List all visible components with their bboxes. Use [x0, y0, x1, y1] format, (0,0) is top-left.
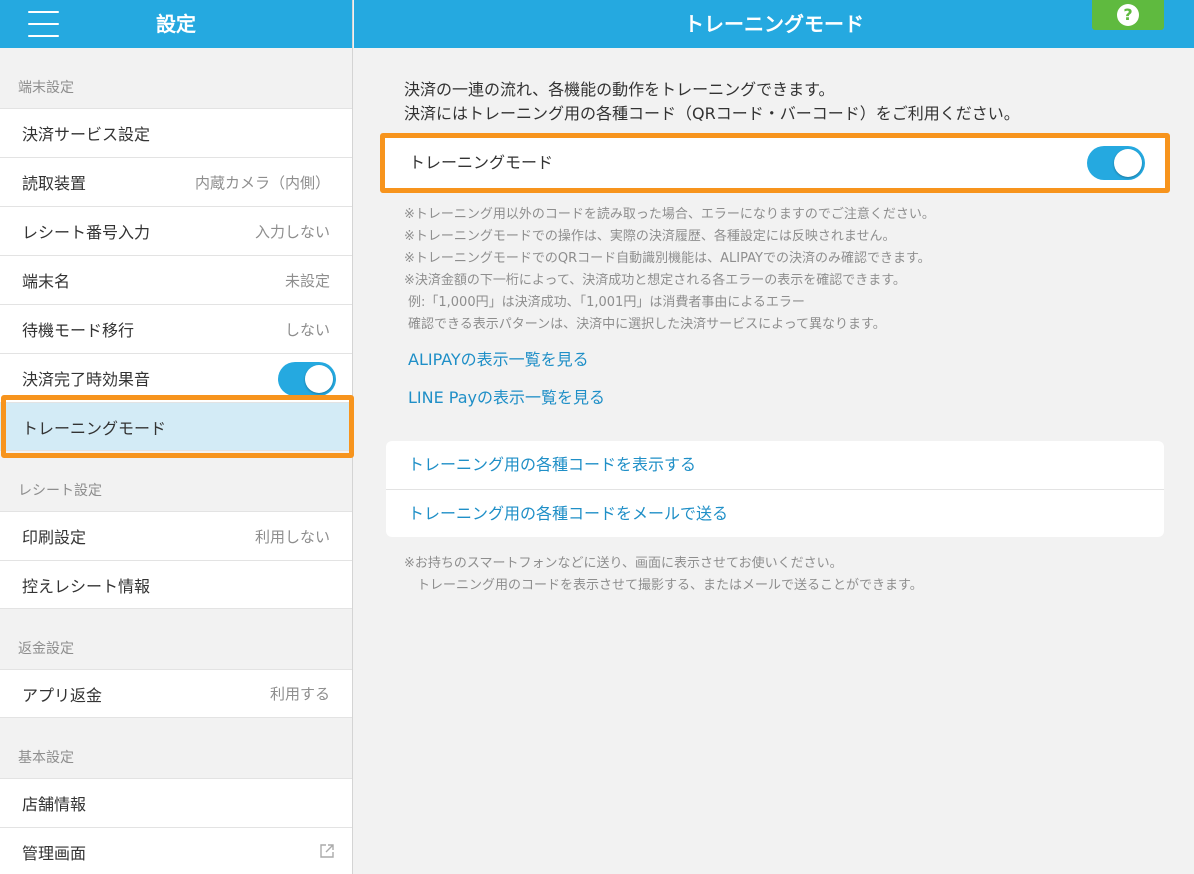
row-label: 印刷設定 — [22, 528, 87, 547]
sidebar-item-training[interactable]: トレーニングモード — [0, 402, 352, 451]
training-mode-card: トレーニングモード — [380, 133, 1170, 193]
row-label: 端末名 — [22, 272, 71, 291]
note-line: ※トレーニングモードでの操作は、実際の決済履歴、各種設定には反映されません。 — [404, 229, 896, 244]
note-line: 例:「1,000円」は決済成功、「1,001円」は消費者事由によるエラー — [408, 295, 805, 310]
question-mark-icon: ? — [1117, 4, 1139, 26]
row-label: 店舗情報 — [22, 795, 87, 814]
sidebar-title: 設定 — [156, 12, 196, 36]
note-line: ※トレーニング用以外のコードを読み取った場合、エラーになりますのでご注意ください… — [404, 207, 935, 222]
row-value: 内蔵カメラ（内側） — [194, 173, 330, 192]
sidebar-item-receipt-number[interactable]: レシート番号入力 入力しない — [0, 206, 352, 255]
row-value: 未設定 — [284, 271, 330, 290]
main-panel: トレーニングモード ? 決済の一連の流れ、各機能の動作をトレーニングできます。 … — [354, 0, 1194, 874]
main-header: トレーニングモード ? — [354, 0, 1194, 48]
sidebar-item-sound: 決済完了時効果音 — [0, 353, 352, 402]
note-line: 確認できる表示パターンは、決済中に選択した決済サービスによって異なります。 — [408, 317, 886, 332]
row-value: 利用する — [269, 685, 330, 703]
note-line: ※お持ちのスマートフォンなどに送り、画面に表示させてお使いください。 — [404, 556, 843, 571]
page-title: トレーニングモード — [684, 12, 864, 36]
section-label-terminal: 端末設定 — [18, 80, 74, 96]
notes: ※トレーニング用以外のコードを読み取った場合、エラーになりますのでご注意ください… — [404, 204, 935, 336]
sound-toggle[interactable] — [278, 362, 336, 396]
sidebar-item-standby[interactable]: 待機モード移行 しない — [0, 304, 352, 353]
training-mode-label: トレーニングモード — [409, 153, 554, 172]
row-value: 入力しない — [254, 222, 330, 241]
toggle-knob — [305, 365, 333, 393]
row-value: 利用しない — [254, 527, 330, 546]
sidebar-item-payment-service[interactable]: 決済サービス設定 — [0, 108, 352, 157]
section-label-receipt: レシート設定 — [18, 483, 102, 499]
row-label: 決済サービス設定 — [22, 125, 151, 144]
note-line: ※トレーニングモードでのQRコード自動識別機能は、ALIPAYでの決済のみ確認で… — [404, 251, 931, 266]
sidebar-item-copy-receipt[interactable]: 控えレシート情報 — [0, 560, 352, 609]
show-codes-button[interactable]: トレーニング用の各種コードを表示する — [386, 441, 1164, 489]
sidebar-item-terminal-name[interactable]: 端末名 未設定 — [0, 255, 352, 304]
sidebar-item-store-info[interactable]: 店舗情報 — [0, 778, 352, 827]
sidebar-item-admin[interactable]: 管理画面 — [0, 827, 352, 874]
toggle-knob — [1114, 149, 1142, 177]
row-value: しない — [284, 320, 330, 339]
row-label: レシート番号入力 — [22, 223, 151, 242]
sidebar-item-print[interactable]: 印刷設定 利用しない — [0, 511, 352, 560]
sidebar-header: 設定 — [0, 0, 352, 48]
row-label: 待機モード移行 — [22, 321, 135, 340]
row-label: 管理画面 — [22, 843, 87, 863]
row-label: トレーニングモード — [22, 418, 167, 438]
training-codes-card: トレーニング用の各種コードを表示する トレーニング用の各種コードをメールで送る — [386, 441, 1164, 537]
row-label: アプリ返金 — [22, 685, 103, 705]
notes-secondary: ※お持ちのスマートフォンなどに送り、画面に表示させてお使いください。 トレーニン… — [404, 553, 923, 597]
alipay-list-link[interactable]: ALIPAYの表示一覧を見る — [408, 346, 589, 370]
intro-line: 決済の一連の流れ、各機能の動作をトレーニングできます。 — [404, 80, 835, 99]
row-label: 読取装置 — [22, 174, 87, 193]
help-button[interactable]: ? — [1092, 0, 1164, 30]
sidebar-item-reader[interactable]: 読取装置 内蔵カメラ（内側） — [0, 157, 352, 206]
row-label: 控えレシート情報 — [22, 576, 151, 596]
linepay-list-link[interactable]: LINE Payの表示一覧を見る — [408, 384, 605, 408]
sidebar: 設定 端末設定 決済サービス設定 読取装置 内蔵カメラ（内側） レシート番号入力… — [0, 0, 353, 874]
row-label: 決済完了時効果音 — [22, 370, 151, 389]
section-label-basic: 基本設定 — [18, 750, 74, 766]
intro-line: 決済にはトレーニング用の各種コード（QRコード・バーコード）をご利用ください。 — [404, 104, 1020, 123]
mail-codes-button[interactable]: トレーニング用の各種コードをメールで送る — [386, 489, 1164, 537]
note-line: ※決済金額の下一桁によって、決済成功と想定される各エラーの表示を確認できます。 — [404, 273, 906, 288]
note-line: トレーニング用のコードを表示させて撮影する、またはメールで送ることができます。 — [404, 578, 923, 593]
training-mode-toggle[interactable] — [1087, 146, 1145, 180]
section-label-refund: 返金設定 — [18, 641, 74, 657]
intro-text: 決済の一連の流れ、各機能の動作をトレーニングできます。 決済にはトレーニング用の… — [404, 78, 1020, 126]
sidebar-item-app-refund[interactable]: アプリ返金 利用する — [0, 669, 352, 718]
external-link-icon — [320, 844, 334, 858]
